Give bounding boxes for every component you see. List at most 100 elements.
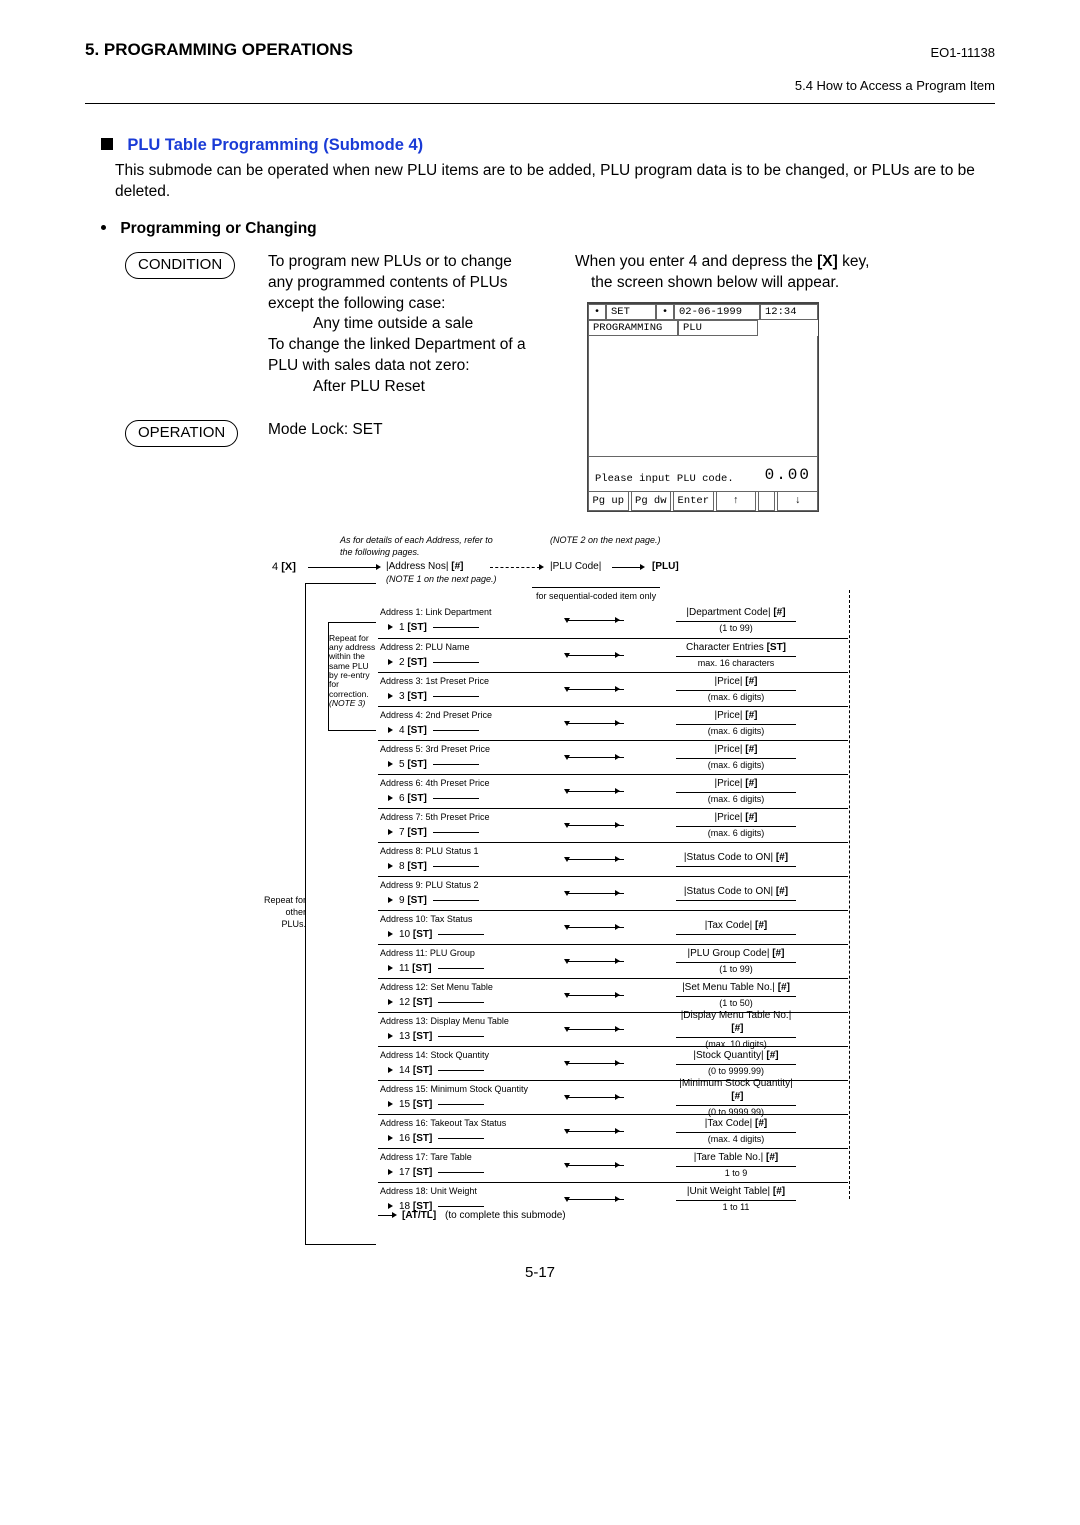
flow-row-st-key: [ST] bbox=[413, 1030, 432, 1044]
flow-row-right-label: |Unit Weight Table| bbox=[687, 1186, 770, 1197]
arrow-right-icon bbox=[388, 829, 393, 835]
arrow-right-icon bbox=[615, 1196, 620, 1202]
flow-row-right-sub: (max. 6 digits) bbox=[708, 725, 765, 737]
flow-note-left: As for details of each Address, refer to… bbox=[340, 534, 500, 558]
arrow-down-icon bbox=[564, 721, 570, 726]
flow-address-row: Address 11: PLU Group11 [ST]|PLU Group C… bbox=[378, 944, 848, 978]
flow-row-right-sub: 1 to 9 bbox=[725, 1167, 748, 1179]
subhead-text: Programming or Changing bbox=[120, 220, 316, 237]
flow-row-right-sub: (1 to 50) bbox=[719, 997, 753, 1009]
flow-addr-key: [#] bbox=[451, 561, 463, 572]
flow-address-row: Address 10: Tax Status10 [ST]|Tax Code| … bbox=[378, 910, 848, 944]
lcd-time: 12:34 bbox=[760, 304, 818, 320]
arrow-right-icon bbox=[615, 652, 620, 658]
arrow-down-icon bbox=[564, 1163, 570, 1168]
flow-address-row: Address 16: Takeout Tax Status16 [ST]|Ta… bbox=[378, 1114, 848, 1148]
arrow-right-icon bbox=[388, 1135, 393, 1141]
flow-row-st-key: [ST] bbox=[412, 962, 431, 976]
section-heading: 5. PROGRAMMING OPERATIONS bbox=[85, 40, 353, 60]
arrow-right-icon bbox=[388, 1169, 393, 1175]
flow-row-right-label: |PLU Group Code| bbox=[688, 948, 770, 959]
flow-row-num: 9 bbox=[399, 894, 405, 908]
flow-row-title: Address 15: Minimum Stock Quantity bbox=[378, 1083, 568, 1095]
arrow-down-icon bbox=[564, 891, 570, 896]
arrow-right-icon bbox=[615, 617, 620, 623]
flow-note1: (NOTE 1 on the next page.) bbox=[386, 573, 497, 585]
softkey-pgdw: Pg dw bbox=[631, 492, 672, 511]
flow-address-row: Address 7: 5th Preset Price7 [ST]|Price|… bbox=[378, 808, 848, 842]
flow-row-st-key: [ST] bbox=[407, 656, 426, 670]
flow-row-right-label: |Price| bbox=[715, 710, 743, 721]
arrow-right-icon bbox=[388, 795, 393, 801]
softkey-up: ↑ bbox=[716, 492, 757, 511]
flow-row-right-label: |Price| bbox=[715, 778, 743, 789]
flow-row-title: Address 6: 4th Preset Price bbox=[378, 777, 568, 789]
flow-row-title: Address 4: 2nd Preset Price bbox=[378, 709, 568, 721]
flow-row-num: 13 bbox=[399, 1030, 410, 1044]
flow-address-row: Address 1: Link Department1 [ST]|Departm… bbox=[378, 604, 848, 637]
dot-bullet-icon bbox=[101, 225, 106, 230]
arrow-down-icon bbox=[564, 823, 570, 828]
intro-paragraph: This submode can be operated when new PL… bbox=[115, 161, 995, 203]
operation-badge: OPERATION bbox=[125, 420, 238, 447]
flow-row-right-key: [#] bbox=[776, 852, 788, 863]
arrow-down-icon bbox=[564, 959, 570, 964]
arrow-down-icon bbox=[564, 1027, 570, 1032]
arrow-down-icon bbox=[564, 687, 570, 692]
flow-row-st-key: [ST] bbox=[407, 860, 426, 874]
flow-row-right-label: |Department Code| bbox=[686, 607, 770, 618]
flow-attl-key: [AT/TL] bbox=[402, 1210, 436, 1221]
flow-row-st-key: [ST] bbox=[413, 1064, 432, 1078]
arrow-right-icon bbox=[615, 720, 620, 726]
flow-row-num: 15 bbox=[399, 1098, 410, 1112]
rightcol-line1: When you enter 4 and depress the bbox=[575, 253, 813, 270]
flow-row-title: Address 8: PLU Status 1 bbox=[378, 845, 568, 857]
subsection-heading: 5.4 How to Access a Program Item bbox=[85, 78, 995, 93]
flow-row-right-label: |Tare Table No.| bbox=[694, 1152, 764, 1163]
arrow-right-icon bbox=[615, 890, 620, 896]
condition-text-2: To change the linked Department of a PLU… bbox=[268, 335, 540, 377]
flow-row-num: 14 bbox=[399, 1064, 410, 1078]
flow-row-title: Address 18: Unit Weight bbox=[378, 1185, 568, 1197]
arrow-right-icon bbox=[388, 727, 393, 733]
arrow-right-icon bbox=[615, 686, 620, 692]
flow-row-title: Address 11: PLU Group bbox=[378, 947, 568, 959]
flow-row-num: 17 bbox=[399, 1166, 410, 1180]
flow-row-right-label: |Stock Quantity| bbox=[693, 1050, 763, 1061]
arrow-right-icon bbox=[615, 1162, 620, 1168]
flow-row-st-key: [ST] bbox=[407, 894, 426, 908]
arrow-right-icon bbox=[388, 931, 393, 937]
flow-row-right-key: [#] bbox=[776, 886, 788, 897]
flow-row-right-label: |Price| bbox=[715, 744, 743, 755]
condition-badge: CONDITION bbox=[125, 252, 235, 279]
flow-row-title: Address 7: 5th Preset Price bbox=[378, 811, 568, 823]
flow-row-right-sub: 1 to 11 bbox=[723, 1201, 750, 1213]
flow-row-num: 1 bbox=[399, 621, 405, 635]
flow-row-title: Address 10: Tax Status bbox=[378, 913, 568, 925]
arrow-right-icon bbox=[615, 856, 620, 862]
flow-row-st-key: [ST] bbox=[413, 996, 432, 1010]
flow-row-right-label: |Minimum Stock Quantity| bbox=[679, 1078, 793, 1089]
flow-row-st-key: [ST] bbox=[413, 1098, 432, 1112]
flow-row-right-key: [#] bbox=[755, 920, 767, 931]
flow-row-st-key: [ST] bbox=[413, 1132, 432, 1146]
flow-seq-note: for sequential-coded item only bbox=[532, 587, 660, 602]
flow-row-right-key: [#] bbox=[745, 778, 757, 789]
flow-row-right-key: [#] bbox=[766, 1152, 778, 1163]
flow-row-num: 12 bbox=[399, 996, 410, 1010]
softkey-pgup: Pg up bbox=[588, 492, 629, 511]
flow-row-title: Address 1: Link Department bbox=[378, 606, 568, 618]
flow-row-num: 4 bbox=[399, 724, 405, 738]
flow-row-right-label: |Display Menu Table No.| bbox=[681, 1010, 792, 1021]
flow-row-num: 2 bbox=[399, 656, 405, 670]
flow-row-st-key: [ST] bbox=[413, 1166, 432, 1180]
flow-plu-key: [PLU] bbox=[652, 560, 679, 574]
flow-row-right-key: [#] bbox=[745, 710, 757, 721]
flowchart: As for details of each Address, refer to… bbox=[220, 534, 890, 1234]
lcd-tab-plu: PLU bbox=[678, 320, 758, 336]
flow-row-num: 5 bbox=[399, 758, 405, 772]
flow-row-right-key: [#] bbox=[773, 607, 785, 618]
softkey-enter: Enter bbox=[673, 492, 714, 511]
flow-address-row: Address 2: PLU Name2 [ST]Character Entri… bbox=[378, 638, 848, 672]
arrow-right-icon bbox=[388, 693, 393, 699]
